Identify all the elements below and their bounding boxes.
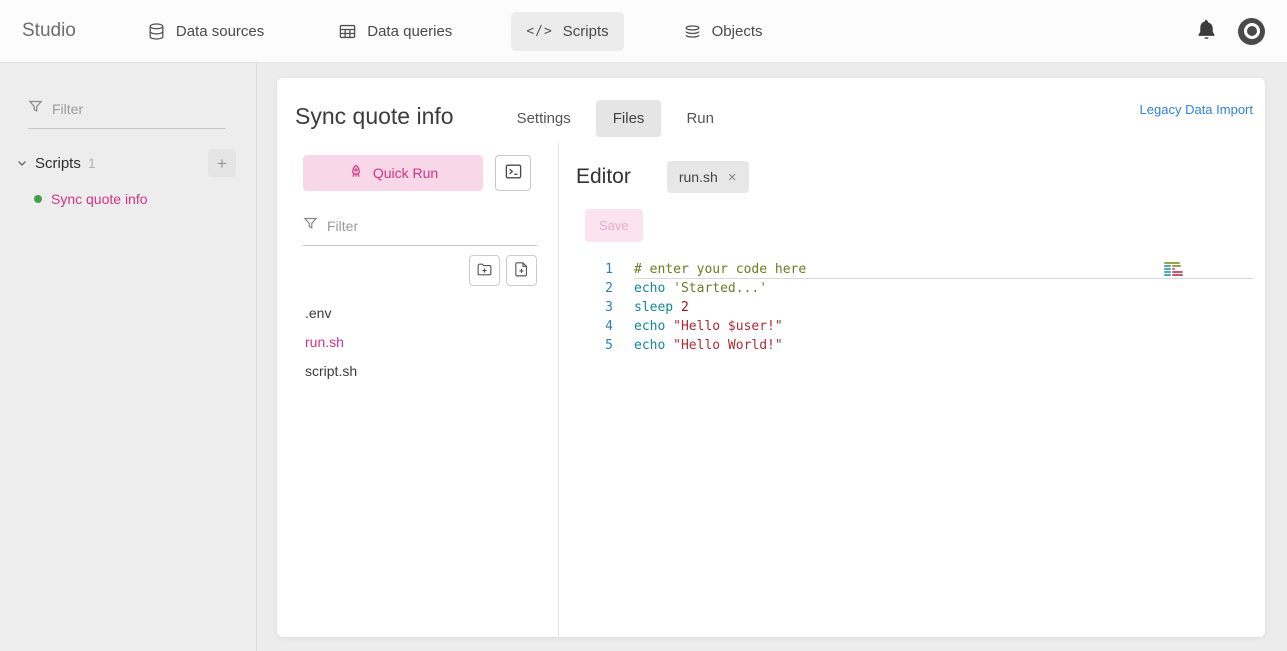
editor-tab-label: run.sh — [679, 169, 718, 185]
line-number: 3 — [576, 298, 613, 317]
files-filter-input[interactable] — [327, 218, 537, 234]
new-folder-button[interactable] — [469, 255, 500, 286]
chevron-down-icon[interactable] — [14, 155, 30, 171]
top-navbar: Studio Data sources Data queries </> Scr… — [0, 0, 1287, 63]
page-title: Sync quote info — [295, 103, 454, 130]
file-plus-icon — [513, 261, 530, 281]
filter-funnel-icon — [28, 99, 43, 119]
editor-heading: Editor — [576, 165, 631, 189]
file-item[interactable]: .env — [303, 299, 558, 328]
code-line[interactable]: 2echo 'Started...' — [576, 279, 1253, 298]
file-list: .envrun.shscript.sh — [303, 299, 558, 386]
line-number: 5 — [576, 336, 613, 355]
nav-label: Scripts — [563, 23, 609, 40]
file-item[interactable]: script.sh — [303, 357, 558, 386]
scripts-sidebar: Scripts 1 + Sync quote info — [0, 63, 257, 651]
code-line[interactable]: 1# enter your code here — [576, 260, 1253, 279]
save-button[interactable]: Save — [585, 209, 643, 242]
user-avatar[interactable] — [1238, 18, 1265, 45]
quick-run-label: Quick Run — [373, 165, 438, 181]
terminal-button[interactable] — [495, 155, 531, 191]
card-body: Quick Run — [277, 143, 1265, 640]
nav-item-data-queries[interactable]: Data queries — [323, 11, 467, 52]
sidebar-section-scripts: Scripts 1 + — [14, 149, 236, 177]
code-line[interactable]: 3sleep 2 — [576, 298, 1253, 317]
table-icon — [338, 22, 357, 41]
tab-files[interactable]: Files — [596, 100, 662, 137]
tab-settings[interactable]: Settings — [500, 100, 588, 137]
close-icon[interactable]: × — [728, 170, 737, 185]
sidebar-filter — [28, 99, 226, 129]
bell-icon — [1195, 18, 1218, 44]
quick-run-button[interactable]: Quick Run — [303, 155, 483, 191]
tab-run[interactable]: Run — [669, 100, 731, 137]
minimap — [1164, 262, 1190, 277]
editor-tab-run-sh[interactable]: run.sh × — [667, 161, 749, 193]
file-item[interactable]: run.sh — [303, 328, 558, 357]
filter-funnel-icon — [303, 216, 318, 236]
file-actions-row — [303, 255, 537, 286]
sidebar-filter-input[interactable] — [52, 101, 226, 117]
database-icon — [147, 22, 166, 41]
nav-label: Data sources — [176, 23, 264, 40]
detail-tabs: Settings Files Run — [500, 100, 731, 137]
files-filter — [303, 216, 537, 246]
add-script-button[interactable]: + — [208, 149, 236, 177]
terminal-icon — [504, 162, 523, 184]
nav-label: Objects — [712, 23, 763, 40]
avatar-ring — [1244, 23, 1260, 39]
app-logo[interactable]: Studio — [22, 20, 76, 42]
nav-label: Data queries — [367, 23, 452, 40]
layers-icon — [683, 22, 702, 41]
section-count: 1 — [88, 155, 96, 171]
files-pane: Quick Run — [277, 143, 558, 640]
editor-pane: Editor run.sh × Save 1# enter your code … — [559, 143, 1265, 640]
nav-item-objects[interactable]: Objects — [668, 11, 778, 52]
code-line[interactable]: 5echo "Hello World!" — [576, 336, 1253, 355]
card-header: Sync quote info Settings Files Run Legac… — [277, 78, 1265, 137]
main-nav: Data sources Data queries </> Scripts Ob… — [132, 11, 778, 52]
sidebar-item-label: Sync quote info — [51, 191, 148, 207]
nav-item-data-sources[interactable]: Data sources — [132, 11, 279, 52]
line-number: 1 — [576, 260, 613, 279]
code-icon: </> — [526, 24, 552, 39]
notifications-button[interactable] — [1195, 18, 1218, 44]
folder-plus-icon — [476, 261, 493, 281]
quick-run-row: Quick Run — [303, 155, 558, 191]
line-number: 4 — [576, 317, 613, 336]
rocket-icon — [348, 164, 364, 183]
code-lines: 1# enter your code here2echo 'Started...… — [576, 260, 1253, 355]
code-editor[interactable]: 1# enter your code here2echo 'Started...… — [576, 260, 1253, 355]
line-number: 2 — [576, 279, 613, 298]
nav-item-scripts[interactable]: </> Scripts — [511, 12, 623, 51]
legacy-data-import-link[interactable]: Legacy Data Import — [1140, 102, 1253, 117]
section-label: Scripts — [35, 155, 81, 172]
new-file-button[interactable] — [506, 255, 537, 286]
script-detail-card: Sync quote info Settings Files Run Legac… — [277, 78, 1265, 637]
status-dot — [34, 195, 42, 203]
navbar-right — [1195, 18, 1265, 45]
sidebar-item-sync-quote-info[interactable]: Sync quote info — [34, 191, 256, 207]
code-line[interactable]: 4echo "Hello $user!" — [576, 317, 1253, 336]
editor-header: Editor run.sh × — [576, 161, 1253, 193]
